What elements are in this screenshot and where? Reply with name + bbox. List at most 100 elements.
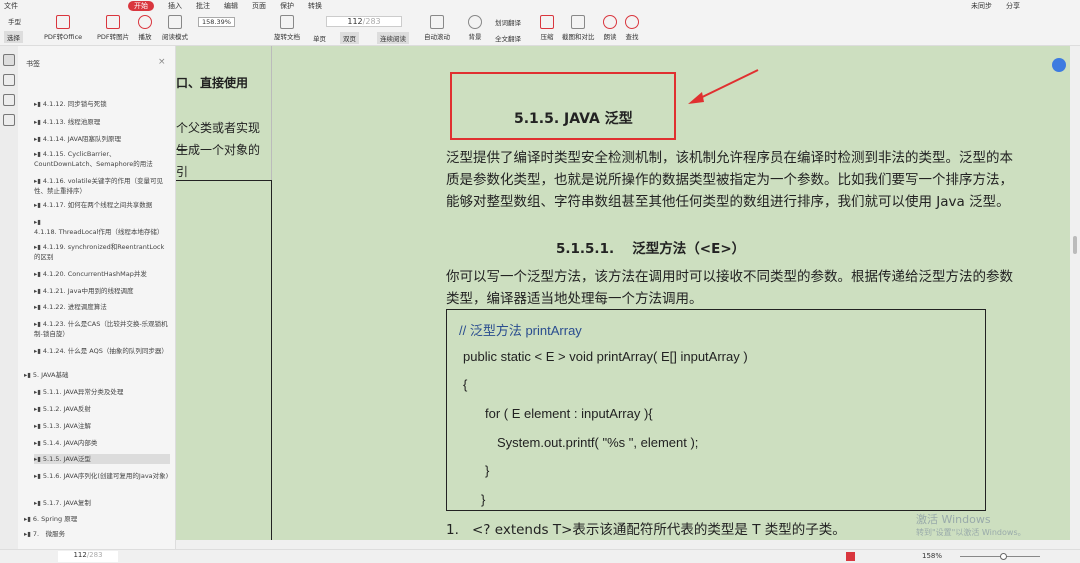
bookmark-item[interactable]: ▸▮ 5.1.1. JAVA异常分类及处理: [34, 387, 170, 397]
screenshot-compare-button[interactable]: 截图和对比: [562, 15, 595, 41]
bookmark-item[interactable]: ▸▮ 5.1.5. JAVA泛型: [34, 454, 170, 464]
bookmark-item[interactable]: ▸▮ 5. JAVA基础: [24, 370, 160, 380]
bookmark-item[interactable]: ▸▮ 4.1.17. 如何在两个线程之间共享数据: [34, 200, 170, 210]
bookmark-item[interactable]: ▸▮ 5.1.4. JAVA内部类: [34, 438, 170, 448]
bookmark-label: 6. Spring 原理: [33, 515, 77, 523]
bookmark-icon[interactable]: [3, 54, 15, 66]
bookmark-item[interactable]: ▸▮ 4.1.16. volatile关键字的作用（变量可见性、禁止重排序）: [34, 176, 170, 196]
horizontal-scrollbar[interactable]: [176, 540, 1070, 549]
share-button[interactable]: 分享: [1006, 1, 1020, 11]
auto-scroll-button[interactable]: 自动滚动: [424, 15, 450, 41]
tab-protect[interactable]: 保护: [280, 1, 294, 11]
paragraph-line: 类型，编译器适当地处理每一个方法调用。: [446, 288, 703, 310]
label: 截图和对比: [562, 33, 595, 41]
read-aloud-button[interactable]: 朗读: [603, 15, 617, 41]
bookmark-icon: ▸▮: [34, 320, 43, 328]
bookmark-item[interactable]: ▸▮ 4.1.20. ConcurrentHashMap并发: [34, 269, 170, 279]
paragraph-line: 能够对整型数组、字符串数组甚至其他任何类型的数组进行排序，我们就可以使用 Jav…: [446, 191, 1010, 213]
thumbnail-icon[interactable]: [3, 74, 15, 86]
bookmark-item[interactable]: ▸▮ 4.1.24. 什么是 AQS（抽象的队列同步器）: [34, 346, 170, 356]
bookmark-item[interactable]: ▸▮ 4.1.12. 同步锁与死锁: [34, 99, 170, 109]
pdf-office-icon: [56, 15, 70, 29]
status-zoom[interactable]: 158%: [922, 552, 942, 560]
bookmark-label: 5.1.2. JAVA反射: [43, 405, 91, 413]
bookmark-item[interactable]: ▸▮ 5.1.7. JAVA复制: [34, 498, 170, 508]
status-bar: 112/283 158%: [0, 549, 1080, 563]
attachment-icon[interactable]: [3, 94, 15, 106]
code-line: public static < E > void printArray( E[]…: [463, 349, 748, 364]
play-icon[interactable]: [846, 552, 855, 561]
bookmark-item[interactable]: ▸▮ 4.1.13. 线程池原理: [34, 117, 170, 127]
bookmark-item[interactable]: ▸▮ 4.1.21. Java中用到的线程调度: [34, 286, 170, 296]
bookmark-label: 4.1.22. 进程调度算法: [43, 303, 107, 311]
tab-page[interactable]: 页面: [252, 1, 266, 11]
code-box: // 泛型方法 printArray public static < E > v…: [446, 309, 986, 511]
bookmark-item[interactable]: ▸▮ 5.1.6. JAVA序列化(创建可复用的Java对象): [34, 471, 170, 481]
list-item: <? extends T>表示该通配符所代表的类型是 T 类型的子类。: [472, 519, 846, 541]
file-menu[interactable]: 文件: [4, 1, 18, 11]
bookmark-icon: ▸▮: [34, 135, 43, 143]
bookmark-icon: ▸▮: [24, 530, 33, 538]
bookmark-item[interactable]: ▸▮ 4.1.18. ThreadLocal作用（线程本地存储）: [34, 217, 170, 237]
code-line: }: [485, 463, 489, 478]
bookmark-label: 4.1.24. 什么是 AQS（抽象的队列同步器）: [43, 347, 168, 355]
word-translate-button[interactable]: 划词翻译: [495, 17, 521, 27]
bookmark-label: 4.1.20. ConcurrentHashMap并发: [43, 270, 147, 278]
full-translate-button[interactable]: 全文翻译: [495, 33, 521, 43]
bookmark-icon: ▸▮: [34, 405, 43, 413]
double-page-button[interactable]: 双页: [340, 32, 359, 44]
select-tool-button[interactable]: 选择: [4, 31, 23, 43]
bookmark-item[interactable]: ▸▮ 4.1.15. CyclicBarrier、CountDownLatch、…: [34, 149, 170, 169]
bookmark-icon: ▸▮: [34, 100, 43, 108]
tab-start[interactable]: 开始: [128, 1, 154, 11]
bookmark-item[interactable]: ▸▮ 4.1.14. JAVA阻塞队列原理: [34, 134, 170, 144]
signature-icon[interactable]: [3, 114, 15, 126]
pdf-to-image-button[interactable]: PDF转图片: [97, 15, 129, 41]
menu-bar: 文件 开始 插入 批注 编辑 页面 保护 转换 未同步 分享: [0, 0, 1080, 12]
hand-tool-button[interactable]: 手型: [8, 16, 21, 26]
tab-convert[interactable]: 转换: [308, 1, 322, 11]
find-button[interactable]: 查找: [625, 15, 639, 41]
label: 背景: [469, 33, 482, 41]
label: PDF转图片: [97, 33, 129, 41]
single-page-button[interactable]: 单页: [313, 33, 326, 43]
code-line: for ( E element : inputArray ){: [485, 406, 653, 421]
bookmark-item[interactable]: ▸▮ 4.1.23. 什么是CAS（比较并交换-乐观锁机制-锁自旋）: [34, 319, 170, 339]
status-page-input[interactable]: 112/283: [58, 551, 118, 562]
bookmark-item[interactable]: ▸▮ 6. Spring 原理: [24, 514, 160, 524]
left-page-text: 口、直接使用: [176, 72, 248, 94]
bookmark-item[interactable]: ▸▮ 4.1.22. 进程调度算法: [34, 302, 170, 312]
paragraph-line: 泛型提供了编译时类型安全检测机制，该机制允许程序员在编译时检测到非法的类型。泛型…: [446, 147, 1013, 169]
bookmark-item[interactable]: ▸▮ 5.1.2. JAVA反射: [34, 404, 170, 414]
left-page-code-box: [176, 180, 272, 549]
zoom-select[interactable]: 158.39%: [198, 17, 235, 27]
background-button[interactable]: 背景: [468, 15, 482, 41]
bookmark-item[interactable]: ▸▮ 4.1.19. synchronized和ReentrantLock的区别: [34, 242, 170, 262]
pdf-to-office-button[interactable]: PDF转Office: [44, 15, 82, 41]
continuous-read-button[interactable]: 连续阅读: [377, 32, 409, 44]
rotate-doc-button[interactable]: 旋转文档: [274, 15, 300, 41]
page-number-input[interactable]: 112/283: [326, 16, 402, 27]
ribbon-toolbar: 手型 选择 PDF转Office PDF转图片 播放 阅读模式 158.39% …: [0, 12, 1080, 46]
tab-annotate[interactable]: 批注: [196, 1, 210, 11]
bookmark-item[interactable]: ▸▮ 5.1.3. JAVA注解: [34, 421, 170, 431]
bookmark-label: 4.1.15. CyclicBarrier、CountDownLatch、Sem…: [34, 150, 153, 168]
tab-insert[interactable]: 插入: [168, 1, 182, 11]
paragraph-line: 你可以写一个泛型方法，该方法在调用时可以接收不同类型的参数。根据传递给泛型方法的…: [446, 266, 1013, 288]
close-icon[interactable]: ×: [158, 57, 166, 67]
bookmark-icon: ▸▮: [34, 303, 43, 311]
assistant-icon[interactable]: [1052, 58, 1066, 72]
vertical-scrollbar[interactable]: [1070, 46, 1080, 549]
play-icon: [138, 15, 152, 29]
sync-status[interactable]: 未同步: [971, 1, 992, 11]
activation-watermark-sub: 转到"设置"以激活 Windows。: [916, 527, 1026, 538]
bookmark-icon: ▸▮: [34, 243, 43, 251]
play-button[interactable]: 播放: [138, 15, 152, 41]
bookmark-item[interactable]: ▸▮ 7. 微服务: [24, 529, 160, 539]
zoom-slider[interactable]: [960, 556, 1040, 557]
bookmark-label: 4.1.16. volatile关键字的作用（变量可见性、禁止重排序）: [34, 177, 163, 195]
read-mode-button[interactable]: 阅读模式: [162, 15, 188, 41]
bookmark-icon: ▸▮: [34, 455, 43, 463]
compress-button[interactable]: 压缩: [540, 15, 554, 41]
tab-edit[interactable]: 编辑: [224, 1, 238, 11]
